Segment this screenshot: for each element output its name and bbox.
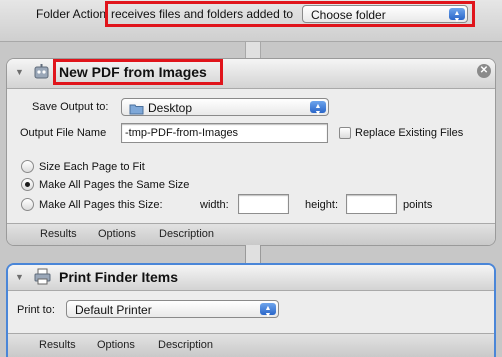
radio-make-same-size[interactable] [21, 178, 34, 191]
action2-tab-options[interactable]: Options [97, 339, 135, 351]
action1-tab-description[interactable]: Description [159, 228, 214, 240]
print-to-value: Default Printer [75, 303, 152, 317]
disclosure-triangle-icon[interactable]: ▼ [15, 272, 24, 282]
radio-make-this-size[interactable] [21, 198, 34, 211]
save-output-value: Desktop [148, 101, 193, 115]
radio-make-same-label: Make All Pages the Same Size [39, 179, 190, 191]
radio-size-each-label: Size Each Page to Fit [39, 161, 145, 173]
action2-title: Print Finder Items [59, 269, 179, 285]
action1-tab-options[interactable]: Options [98, 228, 136, 240]
popup-arrows-icon: ▲ ▼ [449, 8, 465, 22]
action2-tab-results[interactable]: Results [39, 339, 76, 351]
popup-arrows-icon: ▲ ▼ [310, 101, 326, 115]
action2-tab-description[interactable]: Description [158, 339, 213, 351]
output-file-name-label: Output File Name [20, 127, 107, 139]
replace-existing-checkbox[interactable] [339, 127, 351, 139]
output-file-name-field[interactable]: -tmp-PDF-from-Images [121, 123, 328, 143]
radio-make-this-label: Make All Pages this Size: [39, 199, 163, 211]
folder-action-label: Folder Action [36, 7, 107, 21]
height-label: height: [305, 199, 339, 211]
action1-tab-results[interactable]: Results [40, 228, 77, 240]
action1-title: New PDF from Images [59, 64, 207, 80]
automator-icon [33, 63, 49, 79]
action-new-pdf-from-images: Results Options Description [6, 58, 496, 246]
trigger-label: receives files and folders added to [111, 7, 294, 21]
folder-icon [129, 102, 144, 115]
save-output-label: Save Output to: [32, 101, 109, 113]
connector-middle [245, 245, 261, 265]
action2-footer: Results Options Description [8, 333, 494, 357]
print-to-label: Print to: [17, 304, 55, 316]
disclosure-triangle-icon[interactable]: ▼ [15, 67, 24, 77]
folder-popup[interactable]: Choose folder ▲ ▼ [302, 5, 468, 23]
popup-arrows-icon: ▲ ▼ [260, 303, 276, 317]
action1-footer: Results Options Description [7, 223, 495, 245]
print-to-popup[interactable]: Default Printer ▲ ▼ [66, 300, 279, 318]
height-field[interactable] [346, 194, 397, 214]
points-label: points [403, 199, 433, 211]
close-icon[interactable]: ✕ [477, 64, 491, 78]
width-label: width: [200, 199, 229, 211]
radio-size-each-page[interactable] [21, 160, 34, 173]
folder-popup-value: Choose folder [311, 8, 386, 22]
save-output-popup[interactable]: Desktop ▲ ▼ [121, 98, 329, 116]
replace-existing-label: Replace Existing Files [355, 127, 464, 139]
width-field[interactable] [238, 194, 289, 214]
printer-icon [34, 268, 51, 285]
